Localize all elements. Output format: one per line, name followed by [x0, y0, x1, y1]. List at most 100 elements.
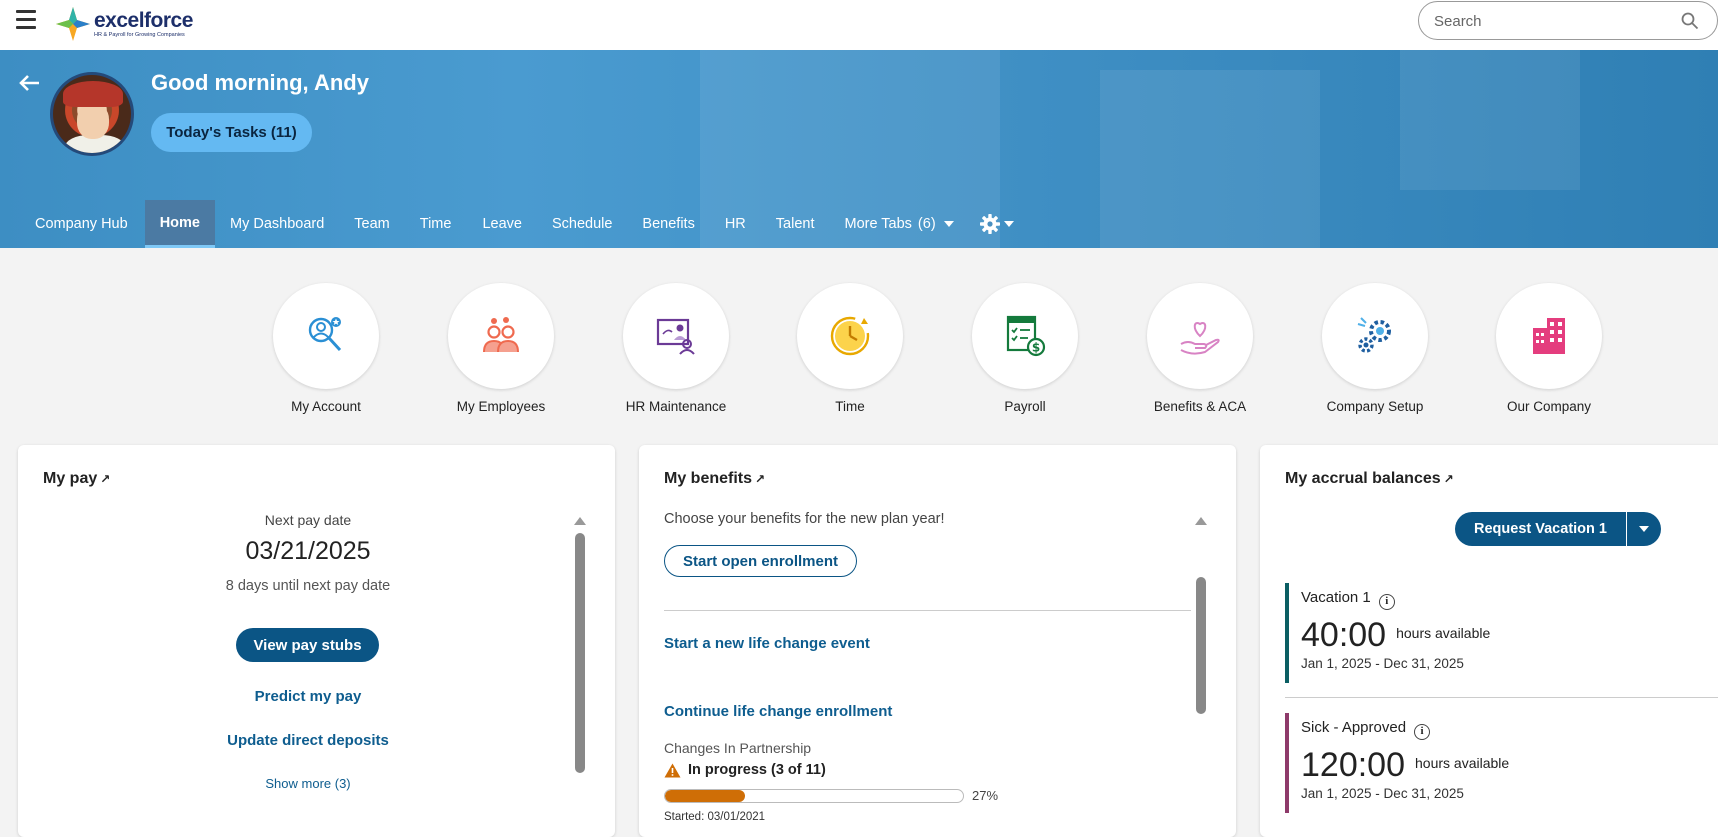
- quick-link-our-company[interactable]: Our Company: [1496, 283, 1602, 414]
- building-icon: [1533, 318, 1565, 354]
- avatar[interactable]: [50, 72, 134, 156]
- chevron-down-icon: [943, 221, 954, 227]
- request-vacation-split-button: Request Vacation 1: [1455, 512, 1661, 546]
- external-link-icon: ↗: [755, 472, 766, 486]
- logo[interactable]: excelforce HR & Payroll for Growing Comp…: [56, 6, 193, 42]
- quick-link-label: My Account: [291, 399, 361, 414]
- scroll-thumb[interactable]: [1196, 577, 1206, 714]
- tab-home[interactable]: Home: [144, 200, 215, 248]
- update-direct-deposits-link[interactable]: Update direct deposits: [18, 732, 598, 749]
- start-open-enrollment-button[interactable]: Start open enrollment: [664, 545, 857, 577]
- next-pay-date: 03/21/2025: [245, 537, 371, 565]
- accrual-range: Jan 1, 2025 - Dec 31, 2025: [1301, 786, 1464, 801]
- show-more-link[interactable]: Show more (3): [18, 776, 598, 791]
- brand-name: excelforce: [94, 8, 193, 32]
- quick-link-hr-maintenance[interactable]: HR Maintenance: [623, 283, 729, 414]
- tab-talent[interactable]: Talent: [761, 200, 830, 248]
- quick-link-my-employees[interactable]: My Employees: [448, 283, 554, 414]
- accrual-range: Jan 1, 2025 - Dec 31, 2025: [1301, 656, 1464, 671]
- external-link-icon: ↗: [100, 472, 111, 486]
- tab-leave[interactable]: Leave: [467, 200, 537, 248]
- start-life-change-link[interactable]: Start a new life change event: [664, 635, 870, 652]
- todays-tasks-button[interactable]: Today's Tasks (11): [151, 113, 312, 152]
- my-pay-card: My pay ↗ Next pay date 03/21/2025 8 days …: [18, 445, 615, 837]
- scroll-thumb[interactable]: [575, 533, 585, 773]
- quick-link-my-account[interactable]: My Account: [273, 283, 379, 414]
- view-pay-stubs-button[interactable]: View pay stubs: [236, 628, 379, 662]
- accrual-value: 120:00: [1301, 746, 1405, 784]
- accrual-balances-card: My accrual balances ↗ Request Vacation 1 …: [1260, 445, 1718, 837]
- my-pay-scrollbar[interactable]: [574, 517, 586, 837]
- benefits-intro: Choose your benefits for the new plan ye…: [664, 511, 945, 527]
- quick-link-label: Company Setup: [1326, 399, 1424, 414]
- enrollment-progress-bar: [664, 789, 964, 803]
- tab-schedule[interactable]: Schedule: [537, 200, 627, 248]
- predict-pay-link[interactable]: Predict my pay: [18, 688, 598, 705]
- search-input[interactable]: [1434, 10, 1674, 32]
- svg-text:$: $: [1032, 341, 1040, 355]
- accrual-item-vacation: Vacation 1i 40:00 hours available Jan 1, …: [1285, 583, 1718, 683]
- request-options-dropdown[interactable]: [1627, 512, 1661, 546]
- accrual-item-sick: Sick - Approved i 120:00 hours available J…: [1285, 713, 1718, 813]
- days-until-pay: 8 days until next pay date: [225, 578, 391, 594]
- main-tabs: Company Hub Home My Dashboard Team Time …: [0, 200, 1024, 248]
- chevron-down-icon: [1003, 221, 1014, 227]
- employees-icon: [483, 317, 519, 353]
- back-arrow-icon[interactable]: [18, 73, 42, 93]
- quick-link-payroll[interactable]: $ Payroll: [972, 283, 1078, 414]
- continue-life-change-link[interactable]: Continue life change enrollment: [664, 703, 892, 720]
- accrual-value: 40:00: [1301, 616, 1387, 654]
- more-tabs-count: (6): [917, 216, 936, 232]
- scroll-up-icon[interactable]: [1195, 517, 1207, 525]
- external-link-icon: ↗: [1443, 472, 1454, 486]
- quick-link-label: My Employees: [456, 399, 546, 414]
- next-pay-label: Next pay date: [264, 512, 352, 528]
- payroll-icon: $: [1006, 315, 1046, 357]
- tab-time[interactable]: Time: [405, 200, 468, 248]
- accrual-balances-title[interactable]: My accrual balances ↗: [1285, 470, 1454, 488]
- divider: [1285, 697, 1718, 698]
- event-name: Changes In Partnership: [664, 740, 812, 756]
- gear-icon: [979, 214, 1000, 234]
- tab-team[interactable]: Team: [338, 200, 404, 248]
- search-box: [1418, 1, 1718, 40]
- info-icon[interactable]: i: [1414, 724, 1431, 740]
- hamburger-menu-icon[interactable]: [16, 10, 36, 32]
- chevron-down-icon: [1639, 526, 1649, 532]
- quick-link-label: Benefits & ACA: [1153, 399, 1247, 414]
- logo-mark-icon: [56, 7, 90, 41]
- top-bar: excelforce HR & Payroll for Growing Comp…: [0, 0, 1718, 50]
- scroll-up-icon[interactable]: [574, 517, 586, 525]
- quick-link-benefits-aca[interactable]: Benefits & ACA: [1147, 283, 1253, 414]
- divider: [664, 610, 1191, 611]
- info-icon[interactable]: i: [1378, 594, 1395, 610]
- greeting-text: Good morning, Andy: [151, 70, 369, 95]
- tab-company-hub[interactable]: Company Hub: [0, 200, 145, 248]
- tab-settings[interactable]: [969, 200, 1024, 248]
- gears-icon: [1357, 317, 1391, 353]
- quick-link-label: HR Maintenance: [625, 399, 727, 414]
- accrual-unit: hours available: [1415, 755, 1510, 771]
- clock-icon: [830, 316, 870, 356]
- tab-more-tabs[interactable]: More Tabs (6): [829, 200, 968, 248]
- hero-banner: Good morning, Andy Today's Tasks (11) Co…: [0, 50, 1718, 248]
- enrollment-status: In progress (3 of 11): [688, 762, 826, 778]
- my-benefits-card: My benefits ↗ Choose your benefits for th…: [639, 445, 1236, 837]
- progress-percent: 27%: [972, 788, 999, 803]
- search-icon[interactable]: [1681, 12, 1699, 30]
- progress-fill: [665, 790, 746, 802]
- quick-link-company-setup[interactable]: Company Setup: [1322, 283, 1428, 414]
- quick-link-time[interactable]: Time: [797, 283, 903, 414]
- brand-tagline: HR & Payroll for Growing Companies: [94, 31, 185, 38]
- my-benefits-title[interactable]: My benefits ↗: [664, 470, 765, 488]
- heart-hand-icon: [1180, 322, 1220, 355]
- my-benefits-scrollbar[interactable]: [1195, 517, 1207, 837]
- tab-benefits[interactable]: Benefits: [627, 200, 709, 248]
- tab-hr[interactable]: HR: [710, 200, 761, 248]
- request-vacation-button[interactable]: Request Vacation 1: [1455, 512, 1627, 546]
- my-pay-title[interactable]: My pay ↗: [43, 470, 110, 488]
- quick-link-label: Time: [835, 399, 865, 414]
- tab-my-dashboard[interactable]: My Dashboard: [215, 200, 338, 248]
- accrual-unit: hours available: [1396, 625, 1491, 641]
- enrollment-started: Started: 03/01/2021: [664, 811, 766, 823]
